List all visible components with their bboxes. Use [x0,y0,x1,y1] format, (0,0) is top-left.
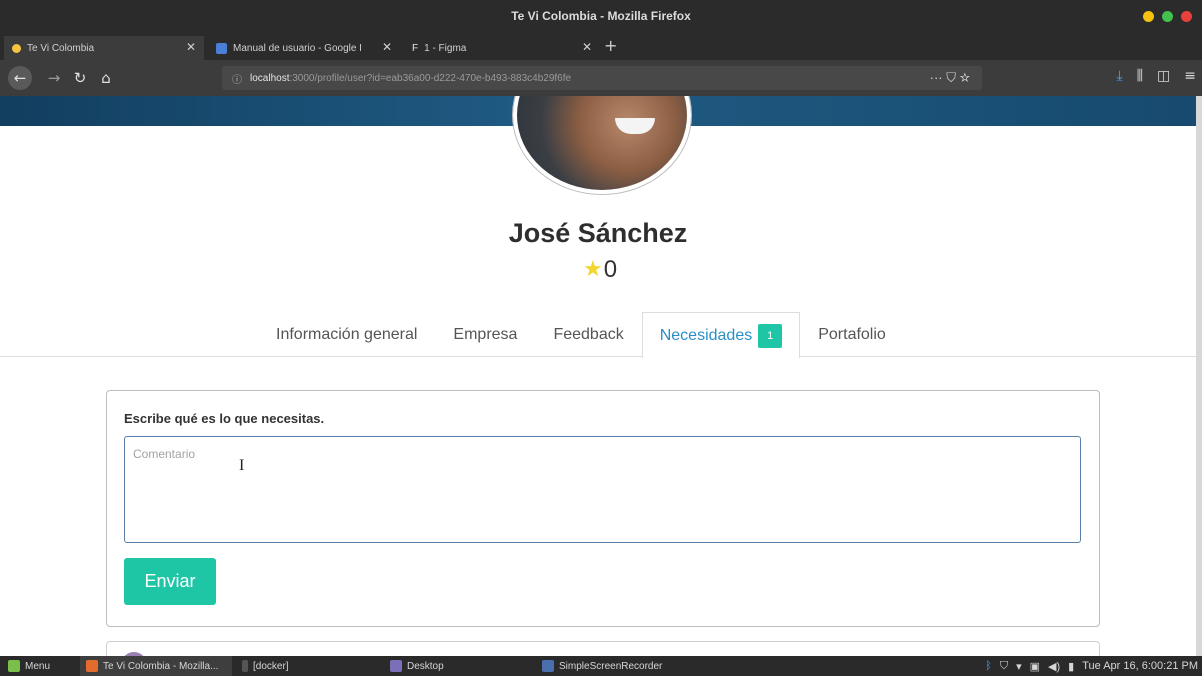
firefox-icon [86,660,98,672]
url-path: :3000/profile/user?id=eab36a00-d222-470e… [289,72,572,84]
browser-tab-label: 1 - Figma [424,42,467,54]
browser-tab-label: Te Vi Colombia [27,42,95,54]
clock[interactable]: Tue Apr 16, 6:00:21 PM [1082,660,1198,672]
browser-tab-manual[interactable]: Manual de usuario - Google I ✕ [208,36,400,60]
minimize-button[interactable] [1143,11,1154,22]
page-actions-icons[interactable]: ··· ⛉ ☆ [930,70,970,86]
profile-tabs: Información general Empresa Feedback Nec… [258,312,904,358]
close-window-button[interactable] [1181,11,1192,22]
navigation-bar: ← → ↻ ⌂ ⓘ localhost :3000/profile/user?i… [0,60,1202,96]
mint-menu-icon [8,660,20,672]
display-icon[interactable]: ▣ [1030,660,1040,673]
tab-label: Información general [276,326,418,343]
firefox-tab-icon [12,43,21,53]
window-titlebar: Te Vi Colombia - Mozilla Firefox [0,0,1202,34]
tab-portafolio[interactable]: Portafolio [800,312,904,357]
google-docs-icon [216,42,227,54]
toolbar-right: ⤓ ⫼ ◫ ≡ [1116,68,1196,84]
download-icon[interactable]: ⤓ [1116,68,1122,84]
window-title: Te Vi Colombia - Mozilla Firefox [511,9,691,23]
network-icon[interactable]: ▾ [1016,660,1022,673]
rating-value: 0 [603,256,618,283]
tab-label: Empresa [453,326,518,343]
reload-icon[interactable]: ↻ [70,68,90,88]
profile-name: José Sánchez [508,218,688,248]
browser-tab-strip: Te Vi Colombia ✕ Manual de usuario - Goo… [0,34,1202,60]
menu-icon[interactable]: ≡ [1184,68,1196,84]
taskbar-item-label: SimpleScreenRecorder [559,660,663,672]
tab-empresa[interactable]: Empresa [435,312,535,357]
sidebar-icon[interactable]: ◫ [1157,68,1170,84]
figma-icon: F [412,42,419,54]
home-icon[interactable]: ⌂ [96,68,116,88]
new-tab-icon[interactable]: + [604,36,617,55]
close-tab-icon[interactable]: ✕ [382,40,392,54]
tab-label: Necesidades [659,326,753,344]
star-icon: ★ [583,257,603,282]
close-tab-icon[interactable]: ✕ [582,40,592,54]
browser-tab-label: Manual de usuario - Google I [233,42,362,54]
tab-necesidades[interactable]: Necesidades 1 [641,312,801,358]
maximize-button[interactable] [1162,11,1173,22]
terminal-icon [242,660,248,672]
taskbar-item-screenrecorder[interactable]: SimpleScreenRecorder [542,656,662,676]
taskbar-item-firefox[interactable]: Te Vi Colombia - Mozilla... [80,656,232,676]
profile-rating: ★ 0 [583,256,617,284]
start-menu-button[interactable]: Menu [8,656,50,676]
system-tray: ᛒ ⛉ ▾ ▣ ◀) ▮ Tue Apr 16, 6:00:21 PM [985,656,1198,676]
back-arrow-icon[interactable]: ← [8,66,32,90]
shield-icon[interactable]: ⛉ [1000,660,1008,673]
bluetooth-icon[interactable]: ᛒ [985,660,992,672]
taskbar-item-desktop[interactable]: Desktop [390,656,444,676]
forward-arrow-icon[interactable]: → [44,68,64,88]
library-icon[interactable]: ⫼ [1137,68,1143,84]
taskbar-item-label: [docker] [253,660,289,672]
url-bar[interactable]: ⓘ localhost :3000/profile/user?id=eab36a… [222,66,982,90]
browser-tab-figma[interactable]: F 1 - Figma ✕ [404,36,600,60]
url-host: localhost [250,72,290,84]
needs-count-badge: 1 [758,323,783,348]
start-menu-label: Menu [25,660,51,672]
taskbar-item-docker[interactable]: [docker] [242,656,289,676]
volume-icon[interactable]: ◀) [1048,660,1060,673]
page-content: José Sánchez ★ 0 Información general Emp… [0,96,1202,656]
window-controls [1143,11,1192,22]
site-info-icon[interactable]: ⓘ [232,71,242,86]
needs-form-label: Escribe qué es lo que necesitas. [124,411,325,426]
taskbar-item-label: Te Vi Colombia - Mozilla... [103,660,219,672]
send-button[interactable]: Enviar [124,558,216,605]
need-item-card [106,641,1100,656]
tab-label: Feedback [553,326,624,343]
browser-tab-te-vi-colombia[interactable]: Te Vi Colombia ✕ [4,36,204,60]
avatar-photo-detail [615,118,655,134]
comment-input[interactable] [124,436,1081,543]
screen-recorder-icon [542,660,554,672]
tab-informacion-general[interactable]: Información general [258,312,435,357]
desktop-icon [390,660,402,672]
tab-label: Portafolio [818,326,886,343]
profile-avatar [513,96,691,194]
desktop-taskbar: Menu Te Vi Colombia - Mozilla... [docker… [0,656,1202,676]
battery-icon[interactable]: ▮ [1068,660,1074,673]
tab-feedback[interactable]: Feedback [535,312,641,357]
close-tab-icon[interactable]: ✕ [186,40,196,54]
needs-form-card: Escribe qué es lo que necesitas. I Envia… [106,390,1100,627]
taskbar-item-label: Desktop [407,660,444,672]
